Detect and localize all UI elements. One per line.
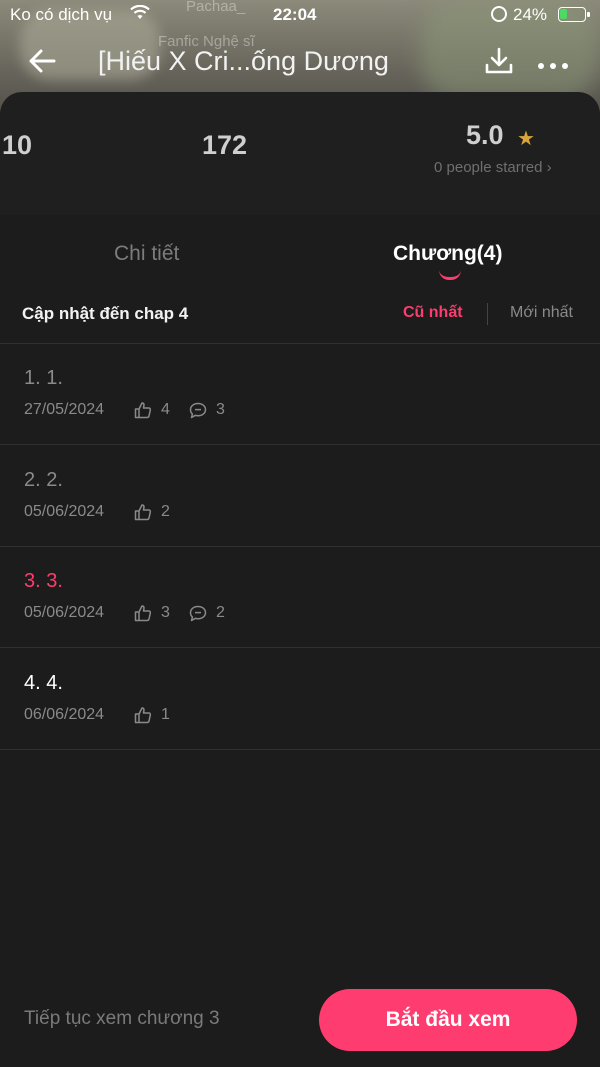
tab-details[interactable]: Chi tiết: [114, 242, 179, 266]
sort-oldest-button[interactable]: Cũ nhất: [403, 304, 463, 322]
chapter-title: 1. 1.: [24, 367, 63, 389]
battery-icon: [558, 7, 590, 22]
chapter-row[interactable]: 4. 4. 06/06/2024 1: [0, 648, 600, 749]
chapter-title: 4. 4.: [24, 671, 63, 694]
sort-divider: [487, 303, 488, 325]
starred-count-link[interactable]: 0 people starred ›: [434, 159, 552, 176]
back-arrow-icon[interactable]: [26, 44, 60, 78]
chapter-title: 2. 2.: [24, 468, 63, 491]
chapter-date: 27/05/2024: [24, 401, 105, 418]
chapter-row[interactable]: 2. 2. 05/06/2024 2: [0, 445, 600, 546]
download-icon[interactable]: [484, 46, 514, 76]
like-icon: [134, 706, 152, 724]
like-count: 4: [161, 401, 170, 418]
status-bar: Ko có dịch vụ 22:04 24%: [0, 0, 600, 32]
chapter-date: 05/06/2024: [24, 502, 105, 520]
comment-count: 3: [216, 401, 225, 418]
comment-icon: [189, 605, 207, 622]
chapter-row[interactable]: 3. 3. 05/06/2024 3 2: [0, 546, 600, 647]
like-icon: [134, 401, 152, 419]
rotation-lock-icon: [491, 6, 507, 22]
more-icon[interactable]: [538, 56, 574, 69]
cover-background: [0, 0, 600, 215]
like-count: 3: [161, 604, 170, 621]
sort-newest-button[interactable]: Mới nhất: [510, 304, 573, 322]
stats-panel: [0, 92, 600, 215]
story-title: [Hiếu X Cri...ống Dương: [98, 46, 389, 76]
rating-value: 5.0: [466, 120, 504, 150]
like-icon: [134, 503, 152, 521]
chapter-date: 05/06/2024: [24, 604, 105, 621]
battery-tip: [587, 12, 590, 17]
comment-count: 2: [216, 604, 225, 621]
starred-count-label: 0 people starred: [434, 159, 543, 176]
chapter-row[interactable]: 1. 1. 27/05/2024 4 3: [0, 343, 600, 444]
like-count: 2: [161, 502, 170, 520]
stat-value-left: 10: [2, 130, 33, 160]
start-reading-button[interactable]: Bắt đầu xem: [319, 989, 577, 1051]
divider: [0, 748, 600, 750]
tab-chapters[interactable]: Chương(4): [393, 242, 502, 266]
stat-value-middle: 172: [202, 130, 248, 160]
comment-icon: [189, 402, 207, 419]
tab-bar: Chi tiết Chương(4): [0, 218, 600, 286]
chapter-title: 3. 3.: [24, 570, 63, 592]
carrier-label: Ko có dịch vụ: [10, 5, 113, 24]
star-icon: ★: [517, 128, 535, 150]
battery-fill: [560, 9, 567, 19]
update-status-label: Cập nhật đến chap 4: [22, 304, 189, 323]
chapter-date: 06/06/2024: [24, 705, 105, 723]
like-count: 1: [161, 705, 170, 723]
like-icon: [134, 604, 152, 622]
battery-percent: 24%: [513, 5, 548, 24]
clock: 22:04: [273, 5, 317, 24]
continue-reading-label: Tiếp tục xem chương 3: [24, 1008, 220, 1029]
wifi-icon: [130, 5, 150, 19]
